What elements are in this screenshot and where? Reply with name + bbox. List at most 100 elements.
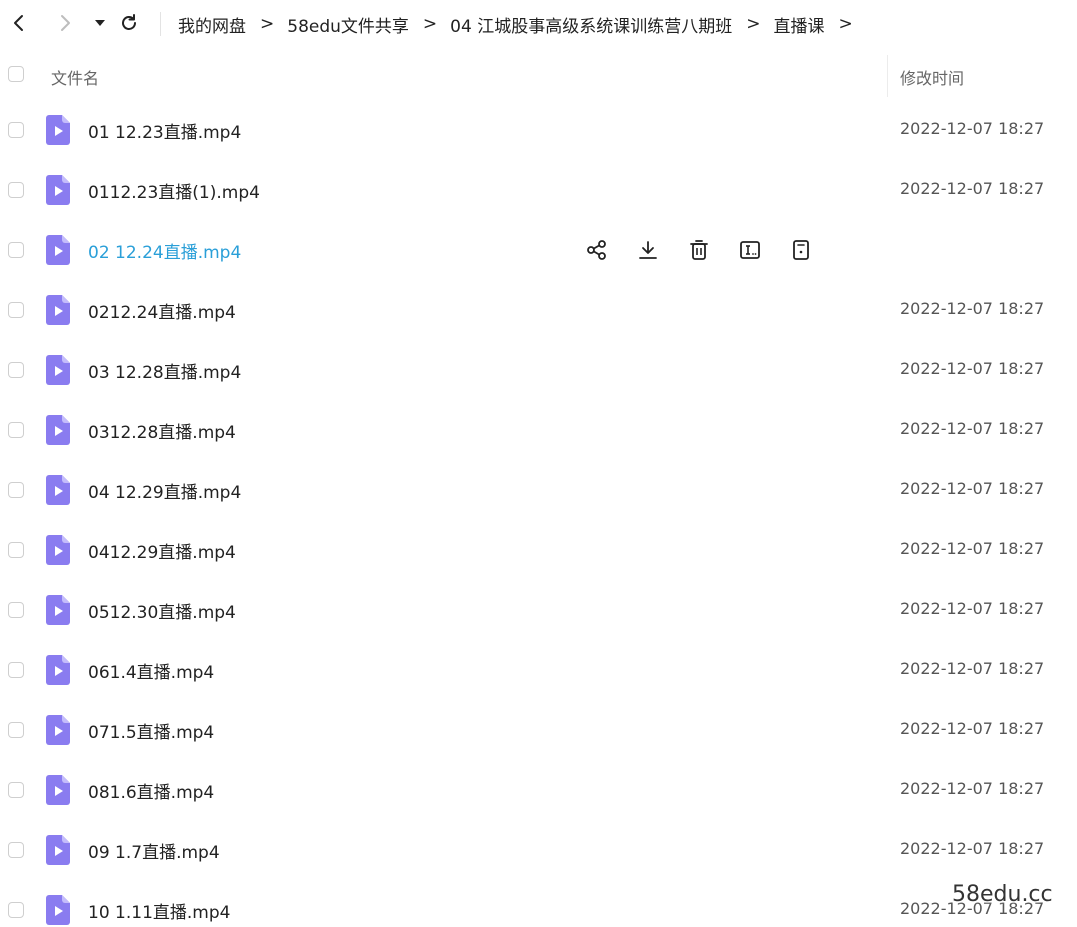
file-row[interactable]: 03 12.28直播.mp4 2022-12-07 18:27 [0, 340, 1077, 400]
file-row[interactable]: 0212.24直播.mp4 2022-12-07 18:27 [0, 280, 1077, 340]
history-dropdown[interactable] [87, 10, 113, 36]
video-file-icon [46, 535, 70, 565]
breadcrumb-item-live[interactable]: 直播课 [773, 12, 824, 37]
file-name[interactable]: 0312.28直播.mp4 [88, 418, 236, 443]
file-modified-time: 2022-12-07 18:27 [900, 659, 1045, 678]
chevron-right-icon [61, 15, 70, 31]
caret-down-icon [95, 20, 105, 26]
row-checkbox[interactable] [8, 542, 24, 558]
video-file-icon [46, 175, 70, 205]
video-file-icon [46, 835, 70, 865]
file-name[interactable]: 0112.23直播(1).mp4 [88, 178, 260, 203]
file-name[interactable]: 0212.24直播.mp4 [88, 298, 236, 323]
file-row[interactable]: 04 12.29直播.mp4 2022-12-07 18:27 [0, 460, 1077, 520]
file-row[interactable]: 0512.30直播.mp4 2022-12-07 18:27 [0, 580, 1077, 640]
row-checkbox[interactable] [8, 422, 24, 438]
column-header-time[interactable]: 修改时间 [900, 65, 964, 89]
file-name[interactable]: 0512.30直播.mp4 [88, 598, 236, 623]
row-checkbox[interactable] [8, 182, 24, 198]
watermark: 58edu.cc [952, 882, 1053, 907]
file-modified-time: 2022-12-07 18:27 [900, 119, 1045, 138]
download-button[interactable] [635, 237, 661, 263]
share-icon [587, 240, 606, 260]
breadcrumb-separator: > [838, 14, 853, 34]
row-checkbox[interactable] [8, 722, 24, 738]
breadcrumb-item-share[interactable]: 58edu文件共享 [287, 12, 409, 37]
row-checkbox[interactable] [8, 302, 24, 318]
file-modified-time: 2022-12-07 18:27 [900, 359, 1045, 378]
file-row[interactable]: 09 1.7直播.mp4 2022-12-07 18:27 [0, 820, 1077, 880]
video-file-icon [46, 295, 70, 325]
file-name[interactable]: 01 12.23直播.mp4 [88, 118, 241, 143]
row-checkbox[interactable] [8, 902, 24, 918]
file-name[interactable]: 03 12.28直播.mp4 [88, 358, 241, 383]
file-list: 01 12.23直播.mp4 2022-12-07 18:27 0112.23直… [0, 100, 1077, 927]
column-resize-handle[interactable] [887, 55, 888, 97]
row-checkbox[interactable] [8, 782, 24, 798]
file-name[interactable]: 061.4直播.mp4 [88, 658, 214, 683]
video-file-icon [46, 895, 70, 925]
breadcrumb-separator: > [746, 14, 761, 34]
file-modified-time: 2022-12-07 18:27 [900, 299, 1045, 318]
video-file-icon [46, 715, 70, 745]
more-button[interactable] [788, 237, 814, 263]
column-header-name[interactable]: 文件名 [51, 65, 99, 89]
file-name[interactable]: 09 1.7直播.mp4 [88, 838, 220, 863]
toolbar-divider [160, 12, 161, 36]
row-checkbox[interactable] [8, 482, 24, 498]
file-list-header: 文件名 修改时间 [0, 50, 1077, 102]
refresh-button[interactable] [116, 10, 142, 36]
file-row[interactable]: 081.6直播.mp4 2022-12-07 18:27 [0, 760, 1077, 820]
file-row[interactable]: 02 12.24直播.mp4 [0, 220, 1077, 280]
file-name[interactable]: 0412.29直播.mp4 [88, 538, 236, 563]
video-file-icon [46, 235, 70, 265]
video-file-icon [46, 595, 70, 625]
file-row[interactable]: 0112.23直播(1).mp4 2022-12-07 18:27 [0, 160, 1077, 220]
row-checkbox[interactable] [8, 122, 24, 138]
row-checkbox[interactable] [8, 242, 24, 258]
file-modified-time: 2022-12-07 18:27 [900, 539, 1045, 558]
more-icon [793, 240, 809, 260]
file-name[interactable]: 10 1.11直播.mp4 [88, 898, 230, 923]
rename-button[interactable] [737, 237, 763, 263]
row-checkbox[interactable] [8, 602, 24, 618]
file-row[interactable]: 10 1.11直播.mp4 2022-12-07 18:27 [0, 880, 1077, 927]
breadcrumb: 我的网盘 > 58edu文件共享 > 04 江城股事高级系统课训练营八期班 > … [178, 0, 866, 48]
breadcrumb-separator: > [422, 14, 438, 34]
row-checkbox[interactable] [8, 842, 24, 858]
breadcrumb-item-root[interactable]: 我的网盘 [178, 12, 246, 37]
file-name[interactable]: 04 12.29直播.mp4 [88, 478, 241, 503]
breadcrumb-item-course[interactable]: 04 江城股事高级系统课训练营八期班 [450, 12, 732, 37]
file-row[interactable]: 0312.28直播.mp4 2022-12-07 18:27 [0, 400, 1077, 460]
rename-icon [740, 241, 760, 259]
back-button[interactable] [6, 10, 32, 36]
row-checkbox[interactable] [8, 662, 24, 678]
file-row[interactable]: 061.4直播.mp4 2022-12-07 18:27 [0, 640, 1077, 700]
file-name[interactable]: 081.6直播.mp4 [88, 778, 214, 803]
file-modified-time: 2022-12-07 18:27 [900, 479, 1045, 498]
file-modified-time: 2022-12-07 18:27 [900, 419, 1045, 438]
download-icon [639, 241, 657, 259]
share-button[interactable] [584, 237, 610, 263]
file-name[interactable]: 02 12.24直播.mp4 [88, 238, 241, 263]
row-checkbox[interactable] [8, 362, 24, 378]
navigation-bar: 我的网盘 > 58edu文件共享 > 04 江城股事高级系统课训练营八期班 > … [0, 0, 1077, 48]
video-file-icon [46, 355, 70, 385]
video-file-icon [46, 775, 70, 805]
file-row[interactable]: 071.5直播.mp4 2022-12-07 18:27 [0, 700, 1077, 760]
file-name[interactable]: 071.5直播.mp4 [88, 718, 214, 743]
file-row[interactable]: 01 12.23直播.mp4 2022-12-07 18:27 [0, 100, 1077, 160]
file-modified-time: 2022-12-07 18:27 [900, 599, 1045, 618]
file-row[interactable]: 0412.29直播.mp4 2022-12-07 18:27 [0, 520, 1077, 580]
video-file-icon [46, 475, 70, 505]
refresh-icon [122, 14, 136, 30]
select-all-checkbox[interactable] [8, 66, 24, 82]
file-manager: 我的网盘 > 58edu文件共享 > 04 江城股事高级系统课训练营八期班 > … [0, 0, 1077, 927]
forward-button[interactable] [52, 10, 78, 36]
file-modified-time: 2022-12-07 18:27 [900, 839, 1045, 858]
delete-button[interactable] [686, 237, 712, 263]
chevron-left-icon [14, 15, 23, 31]
file-modified-time: 2022-12-07 18:27 [900, 179, 1045, 198]
video-file-icon [46, 115, 70, 145]
file-modified-time: 2022-12-07 18:27 [900, 779, 1045, 798]
